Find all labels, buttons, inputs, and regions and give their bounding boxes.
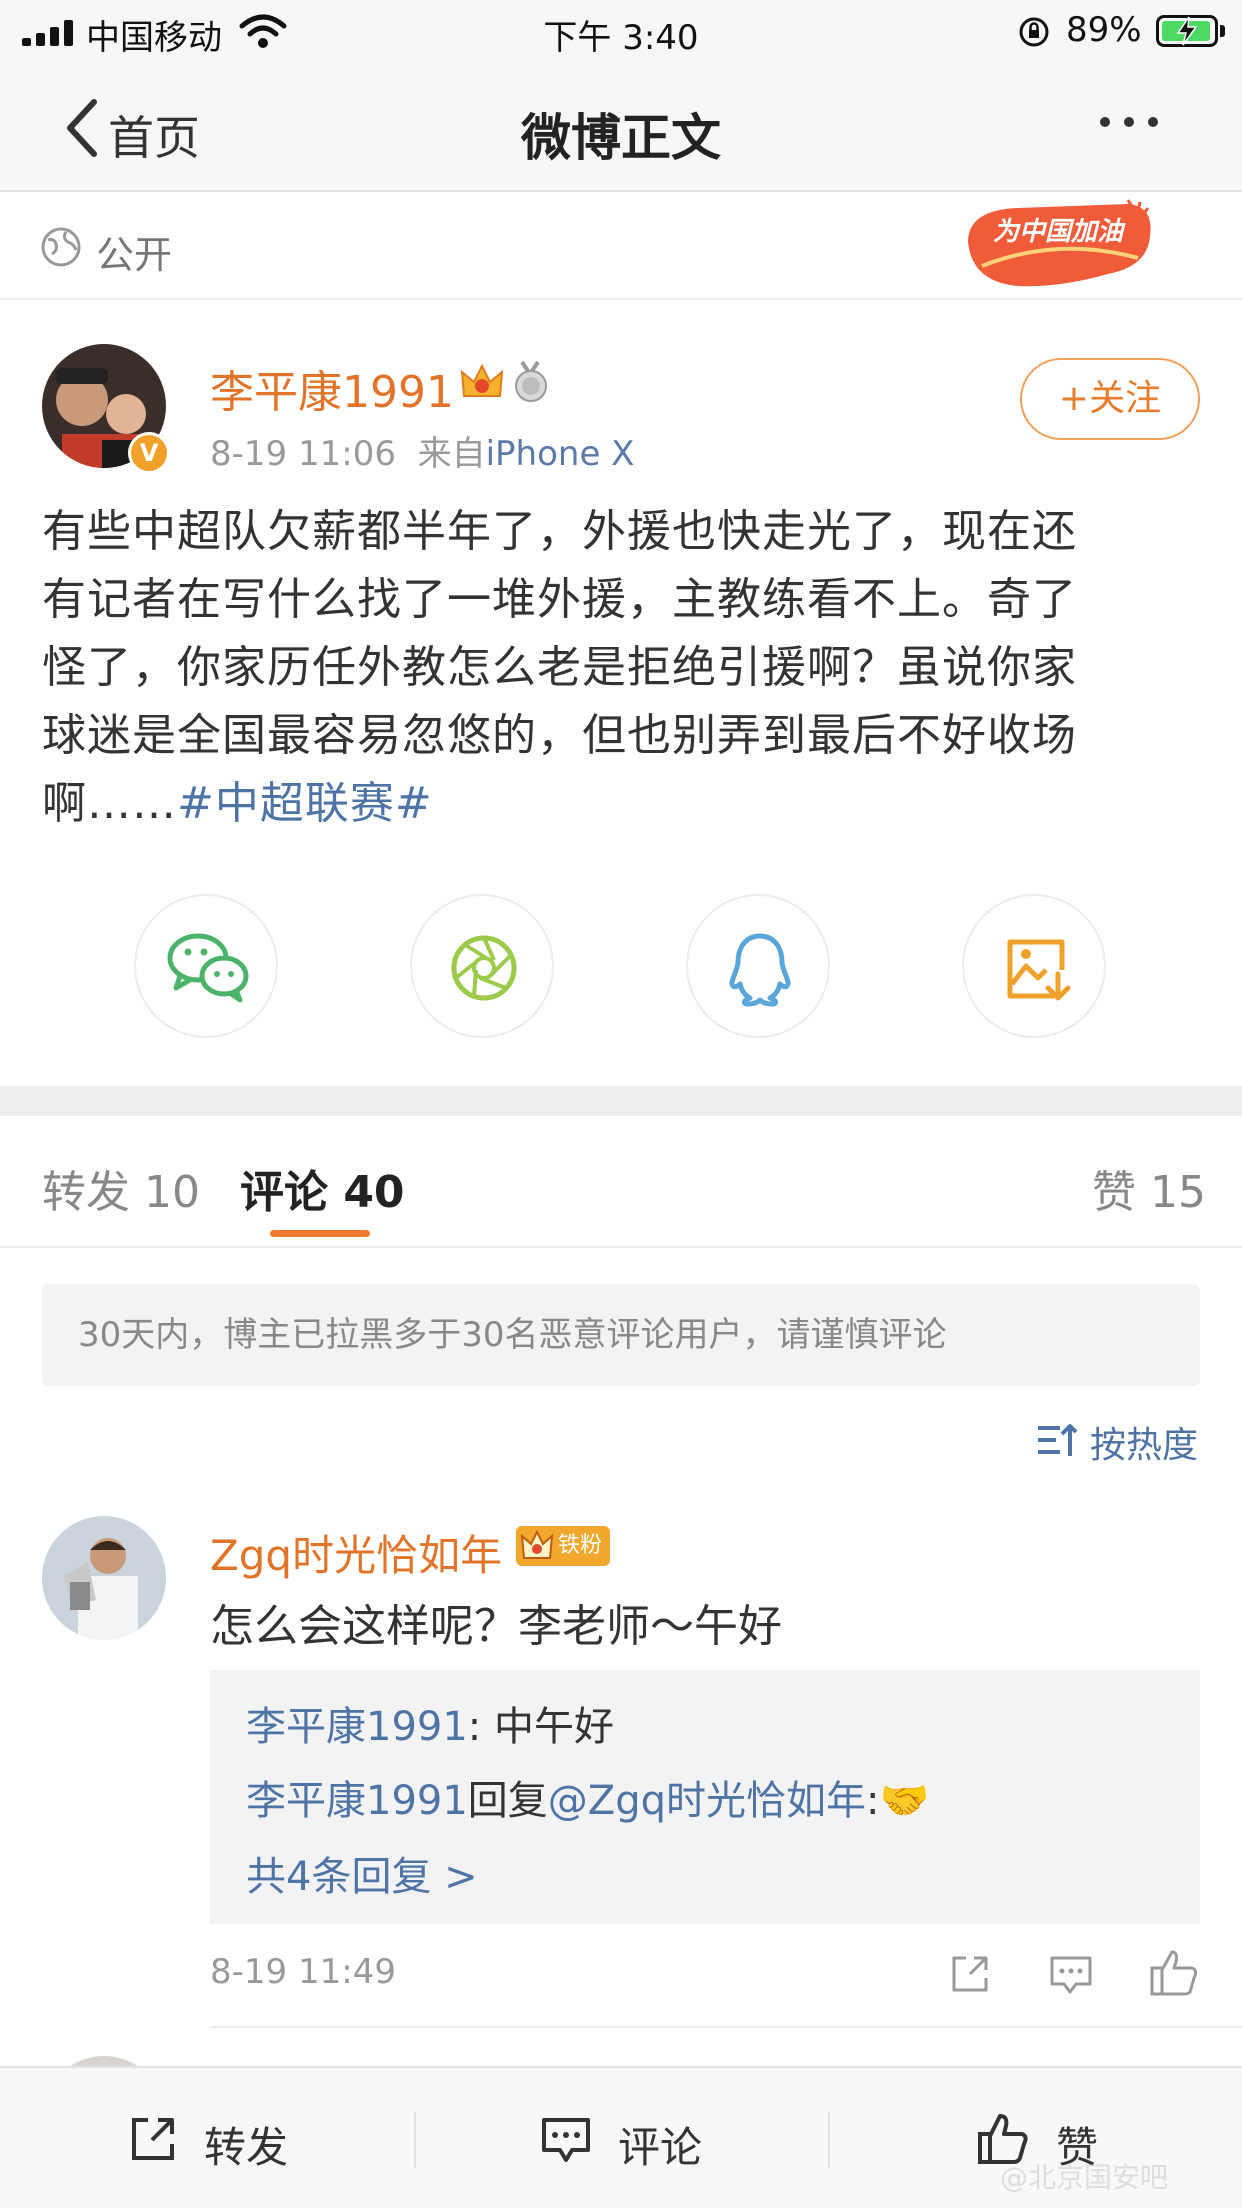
post-meta: 8-19 11:06 来自iPhone X — [210, 426, 634, 475]
share-qq-button[interactable] — [686, 894, 830, 1038]
reply-item[interactable]: 李平康1991: 中午好 — [246, 1694, 614, 1752]
reply-text: :🤝 — [865, 1778, 930, 1824]
save-image-button[interactable] — [962, 894, 1106, 1038]
post-line: 有些中超队欠薪都半年了，外援也快走光了，现在还 — [42, 506, 1077, 557]
page-title: 微博正文 — [521, 109, 721, 167]
post-line: 啊……#中超联赛# — [42, 770, 1202, 838]
tab-repost[interactable]: 转发 10 — [42, 1156, 200, 1220]
source-prefix: 来自 — [417, 434, 486, 474]
orientation-lock-icon — [1019, 17, 1049, 47]
topic-link[interactable]: #中超联赛# — [177, 778, 433, 829]
comment-time: 8-19 11:49 — [210, 1952, 396, 1992]
repost-icon[interactable] — [128, 2114, 178, 2164]
reply-sep: : — [467, 1704, 494, 1750]
reply-text: 中午好 — [494, 1704, 614, 1750]
comment-divider — [210, 2026, 1242, 2028]
commenter-name[interactable]: Zgq时光恰如年 — [210, 1522, 502, 1583]
moments-aperture-icon — [451, 935, 517, 1001]
charging-icon — [1176, 16, 1198, 46]
tab-like[interactable]: 赞 15 — [1092, 1156, 1206, 1220]
fan-crown-icon — [520, 1529, 554, 1559]
reply-user[interactable]: 李平康1991 — [246, 1704, 468, 1750]
battery-percent: 89% — [1066, 10, 1142, 50]
active-tab-indicator — [270, 1230, 370, 1237]
comment-like-icon[interactable] — [1148, 1948, 1200, 1998]
bar-separator — [414, 2112, 416, 2168]
save-image-icon — [1007, 939, 1071, 1001]
cheer-for-china-badge[interactable]: 为中国加油 — [958, 196, 1156, 294]
comment-button[interactable]: 评论 — [618, 2114, 702, 2175]
sort-icon[interactable] — [1036, 1422, 1078, 1460]
sort-by-heat[interactable]: 按热度 — [1090, 1416, 1198, 1468]
post-line-end: 啊…… — [42, 778, 177, 829]
crown-member-icon[interactable] — [458, 360, 506, 404]
comment-repost-icon[interactable] — [948, 1952, 992, 1996]
section-divider — [0, 1086, 1242, 1116]
comment-text: 怎么会这样呢？李老师～午好 — [210, 1601, 782, 1652]
author-name[interactable]: 李平康1991 — [210, 356, 454, 420]
more-replies-link[interactable]: 共4条回复 > — [246, 1844, 478, 1902]
tab-comment[interactable]: 评论 40 — [240, 1156, 405, 1220]
visibility-label: 公开 — [96, 233, 173, 277]
reply-user[interactable]: 李平康1991 — [246, 1778, 468, 1824]
post-line: 有记者在写什么找了一堆外援，主教练看不上。奇了 — [42, 574, 1077, 625]
post-line: 怪了，你家历任外教怎么老是拒绝引援啊？虽说你家 — [42, 642, 1077, 693]
verified-badge: V — [128, 432, 170, 474]
post-time: 8-19 11:06 — [210, 434, 396, 474]
globe-icon — [41, 227, 81, 267]
watermark: @北京国安吧 — [1000, 2161, 1169, 2194]
share-moments-button[interactable] — [410, 894, 554, 1038]
post-source[interactable]: iPhone X — [486, 434, 635, 474]
honor-medal-icon[interactable] — [510, 360, 552, 404]
post-line: 球迷是全国最容易忽悠的，但也别弄到最后不好收场 — [42, 710, 1077, 761]
clock: 下午 3:40 — [543, 18, 699, 58]
commenter-avatar[interactable] — [42, 1516, 166, 1640]
battery-nub — [1220, 25, 1225, 37]
comment-reply-icon[interactable] — [1048, 1952, 1094, 1998]
reply-item[interactable]: 李平康1991回复@Zgq时光恰如年:🤝 — [246, 1768, 929, 1826]
wechat-icon — [167, 933, 249, 1003]
qq-penguin-icon — [729, 933, 791, 1007]
reply-verb: 回复 — [467, 1778, 548, 1824]
follow-button[interactable]: +关注 — [1020, 358, 1200, 440]
comment-notice: 30天内，博主已拉黑多于30名恶意评论用户，请谨慎评论 — [42, 1284, 1200, 1386]
comment-icon[interactable] — [540, 2114, 592, 2166]
bar-separator — [828, 2112, 830, 2168]
more-button[interactable] — [1100, 112, 1172, 131]
share-wechat-button[interactable] — [134, 894, 278, 1038]
post-text: 有些中超队欠薪都半年了，外援也快走光了，现在还 有记者在写什么找了一堆外援，主教… — [42, 498, 1202, 838]
repost-button[interactable]: 转发 — [204, 2114, 288, 2175]
reply-mention[interactable]: @Zgq时光恰如年 — [548, 1778, 866, 1824]
tab-divider — [0, 1246, 1242, 1248]
badge-text: 为中国加油 — [993, 217, 1126, 247]
